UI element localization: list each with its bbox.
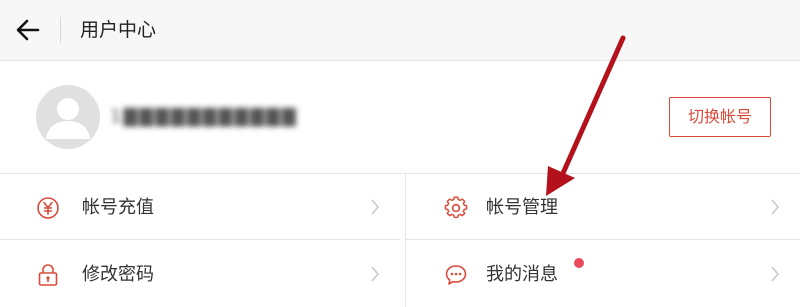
back-button[interactable] [14,16,42,44]
arrow-left-icon [16,19,40,41]
menu-item-label: 帐号管理 [486,197,558,218]
chevron-right-icon [771,199,779,215]
menu-item-recharge[interactable]: 帐号充值 [0,174,400,240]
menu-grid: 帐号充值 帐号管理 修改密码 我的消息 [0,174,800,307]
page-title: 用户中心 [80,19,157,41]
yen-circle-icon [37,197,59,219]
header-bar: 用户中心 [0,0,800,61]
header-divider [60,17,61,43]
menu-item-change-password[interactable]: 修改密码 [0,241,400,307]
menu-item-label: 帐号充值 [82,197,154,218]
chevron-right-icon [771,266,779,282]
profile-section: 1▇▇▇▇▇▇▇▇▇▇▇ 切换帐号 [0,61,800,174]
menu-item-account-manage[interactable]: 帐号管理 [405,174,800,240]
chevron-right-icon [371,266,379,282]
menu-item-label: 修改密码 [82,264,154,285]
unread-badge [574,258,584,268]
menu-item-label: 我的消息 [486,264,558,285]
menu-item-my-messages[interactable]: 我的消息 [405,241,800,307]
user-avatar-icon [46,98,90,139]
chat-bubble-icon [445,265,467,285]
lock-icon [38,264,58,286]
username: 1▇▇▇▇▇▇▇▇▇▇▇ [110,106,298,127]
chevron-right-icon [371,199,379,215]
gear-icon [444,196,468,219]
switch-account-button[interactable]: 切换帐号 [669,97,771,137]
avatar [36,85,100,149]
